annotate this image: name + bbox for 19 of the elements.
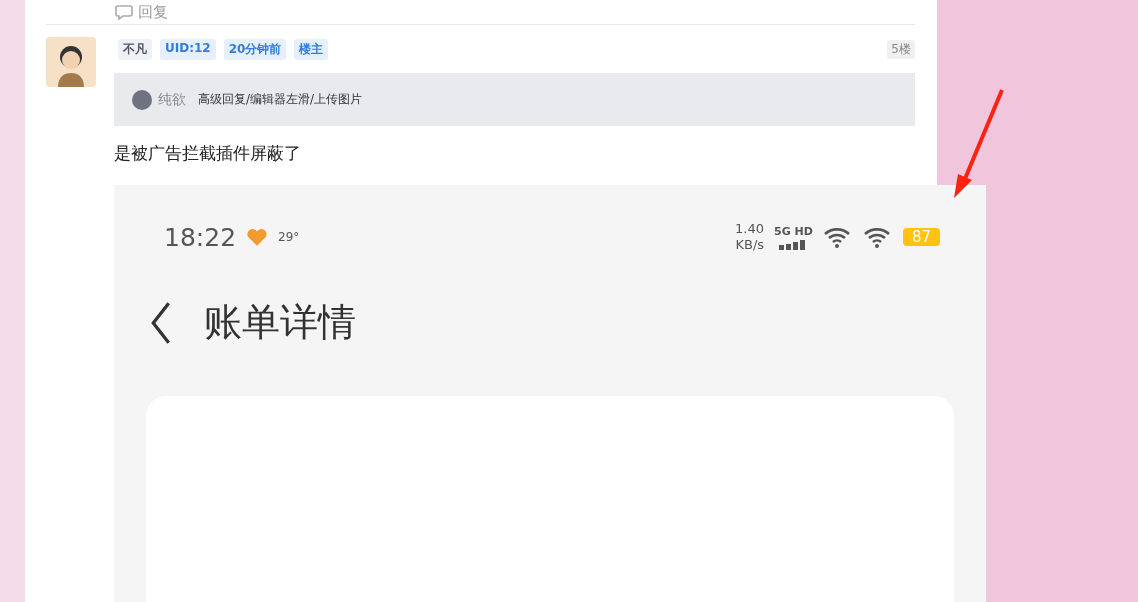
reply-link[interactable]: 回复: [138, 2, 168, 22]
avatar: [132, 89, 152, 110]
user-tag: 不凡: [118, 39, 152, 60]
post-text: 是被广告拦截插件屏蔽了: [114, 142, 302, 165]
network-label: 5G HD: [774, 224, 813, 238]
user-tag: 楼主: [294, 39, 329, 60]
battery-level: 87: [902, 228, 940, 246]
network-speed: 1.40 KB/s: [735, 221, 765, 253]
quote-text: 高级回复/编辑器左滑/上传图片: [198, 91, 363, 108]
quote-user: 纯欲: [158, 90, 186, 109]
signal-icon: [779, 239, 808, 250]
clock-time: 18:22: [164, 222, 237, 252]
user-tag: 20分钟前: [223, 39, 287, 60]
avatar[interactable]: [46, 37, 96, 87]
heart-icon: [246, 227, 269, 247]
floor-number: 5楼: [887, 40, 915, 59]
user-tag: UID:12: [160, 39, 216, 60]
temperature: 29°: [278, 230, 300, 244]
screen-title: 账单详情: [204, 299, 356, 346]
